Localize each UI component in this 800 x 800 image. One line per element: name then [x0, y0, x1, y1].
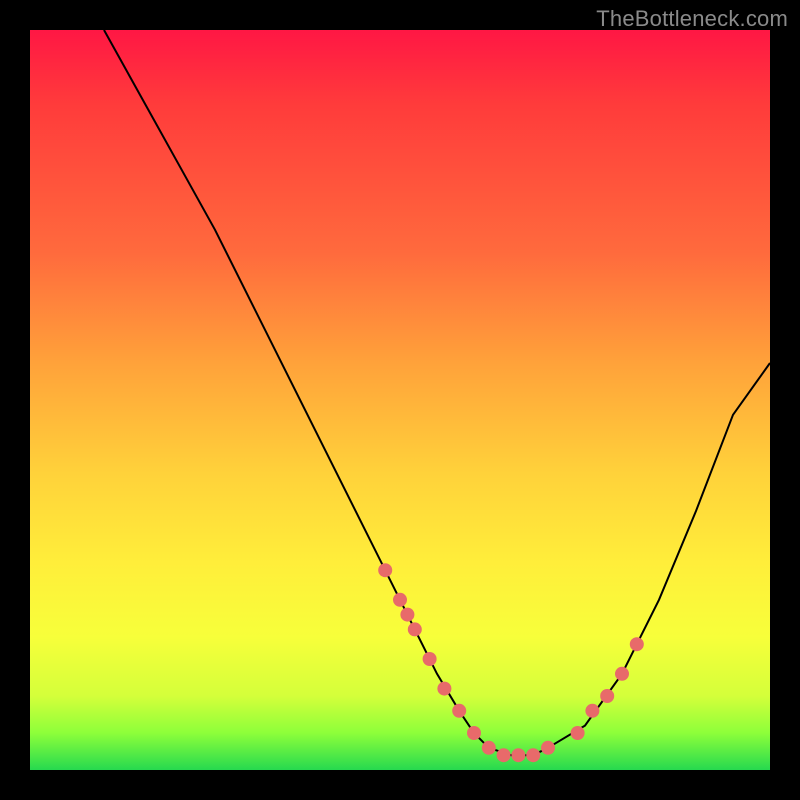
marker-dot [393, 593, 407, 607]
marker-dot [378, 563, 392, 577]
marker-dot [467, 726, 481, 740]
curve-svg [30, 30, 770, 770]
marker-dot [452, 704, 466, 718]
marker-dot [437, 682, 451, 696]
marker-dot [600, 689, 614, 703]
marker-dot [482, 741, 496, 755]
marker-dot [511, 748, 525, 762]
bottleneck-curve [104, 30, 770, 755]
marker-dot [630, 637, 644, 651]
marker-dot [400, 608, 414, 622]
plot-area [30, 30, 770, 770]
marker-group [378, 563, 644, 762]
marker-dot [408, 622, 422, 636]
marker-dot [571, 726, 585, 740]
marker-dot [526, 748, 540, 762]
watermark-text: TheBottleneck.com [596, 6, 788, 32]
marker-dot [615, 667, 629, 681]
marker-dot [423, 652, 437, 666]
marker-dot [497, 748, 511, 762]
marker-dot [541, 741, 555, 755]
marker-dot [585, 704, 599, 718]
chart-frame: TheBottleneck.com [0, 0, 800, 800]
